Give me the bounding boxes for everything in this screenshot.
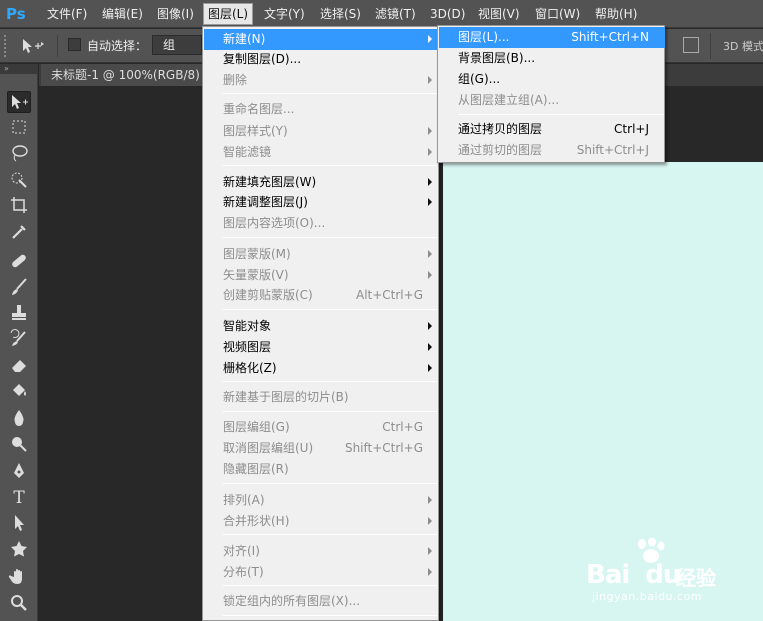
- menu-item-smart-filter[interactable]: 智能滤镜: [204, 142, 439, 163]
- menu-item-rename-layer[interactable]: 重命名图层...: [204, 99, 439, 120]
- submenu-item-layer-via-cut[interactable]: 通过剪切的图层 Shift+Ctrl+J: [439, 140, 665, 161]
- tools-panel: » T: [0, 64, 38, 621]
- menu-item-create-clipping-mask[interactable]: 创建剪贴蒙版(C) Alt+Ctrl+G: [204, 285, 439, 306]
- menu-item-layer-content-options[interactable]: 图层内容选项(O)...: [204, 213, 439, 234]
- align-icon[interactable]: [683, 37, 699, 53]
- layer-menu-dropdown: 新建(N) 复制图层(D)... 删除 重命名图层... 图层样式(Y) 智能滤…: [202, 26, 439, 621]
- menu-item-layer-style[interactable]: 图层样式(Y): [204, 121, 439, 142]
- menu-layer[interactable]: 图层(L): [203, 3, 254, 25]
- submenu-item-layer-via-copy[interactable]: 通过拷贝的图层 Ctrl+J: [439, 119, 665, 140]
- menu-file[interactable]: 文件(F): [47, 5, 87, 23]
- menu-separator: [223, 534, 437, 535]
- menu-view[interactable]: 视图(V): [478, 5, 520, 23]
- custom-shape-tool-icon[interactable]: [7, 539, 31, 561]
- mode-3d-label: 3D 模式: [723, 40, 763, 53]
- menu-item-duplicate-layer[interactable]: 复制图层(D)...: [204, 49, 439, 70]
- menu-separator: [223, 237, 437, 238]
- menu-item-new-fill-layer[interactable]: 新建填充图层(W): [204, 172, 439, 193]
- submenu-item-new-layer[interactable]: 图层(L)... Shift+Ctrl+N: [439, 27, 665, 48]
- watermark-brand: Bai du: [586, 560, 681, 590]
- quick-selection-tool-icon[interactable]: [7, 169, 31, 191]
- submenu-item-new-group[interactable]: 组(G)...: [439, 69, 665, 90]
- menu-item-rasterize[interactable]: 栅格化(Z): [204, 358, 439, 379]
- history-brush-tool-icon[interactable]: [7, 329, 31, 351]
- move-tool-preset-icon[interactable]: [20, 37, 46, 55]
- menu-item-group-layers[interactable]: 图层编组(G) Ctrl+G: [204, 417, 439, 438]
- auto-select-checkbox[interactable]: [68, 38, 81, 51]
- new-submenu-dropdown: 图层(L)... Shift+Ctrl+N 背景图层(B)... 组(G)... …: [437, 25, 665, 163]
- lasso-tool-icon[interactable]: [7, 143, 31, 165]
- path-selection-tool-icon[interactable]: [7, 513, 31, 535]
- menu-item-layer-mask[interactable]: 图层蒙版(M): [204, 244, 439, 265]
- paint-bucket-tool-icon[interactable]: [7, 381, 31, 403]
- menu-separator: [223, 309, 437, 310]
- menu-item-align[interactable]: 对齐(I): [204, 541, 439, 562]
- options-divider: [57, 35, 58, 57]
- menu-item-delete[interactable]: 删除: [204, 70, 439, 91]
- menu-filter[interactable]: 滤镜(T): [375, 5, 416, 23]
- pen-tool-icon[interactable]: [7, 461, 31, 483]
- zoom-tool-icon[interactable]: [7, 593, 31, 615]
- options-divider: [710, 33, 711, 59]
- menu-separator: [223, 165, 437, 166]
- menu-item-new-adjustment-layer[interactable]: 新建调整图层(J): [204, 192, 439, 213]
- menu-item-arrange[interactable]: 排列(A): [204, 490, 439, 511]
- photoshop-logo-icon: Ps: [6, 5, 26, 23]
- options-bar-grip[interactable]: [4, 35, 8, 57]
- dodge-tool-icon[interactable]: [7, 433, 31, 455]
- eyedropper-tool-icon[interactable]: [7, 221, 31, 243]
- menu-bar: Ps 文件(F) 编辑(E) 图像(I) 图层(L) 文字(Y) 选择(S) 滤…: [0, 0, 763, 28]
- menu-item-ungroup-layers[interactable]: 取消图层编组(U) Shift+Ctrl+G: [204, 438, 439, 459]
- menu-3d[interactable]: 3D(D): [430, 5, 465, 23]
- watermark-brand-bai: Bai: [586, 560, 630, 590]
- menu-separator: [223, 585, 437, 586]
- menu-separator: [223, 411, 437, 412]
- auto-select-label: 自动选择：: [87, 39, 148, 53]
- menu-window[interactable]: 窗口(W): [535, 5, 580, 23]
- menu-separator: [458, 114, 664, 115]
- menu-item-video-layer[interactable]: 视频图层: [204, 337, 439, 358]
- menu-item-new[interactable]: 新建(N): [204, 29, 439, 50]
- menu-separator: [223, 93, 437, 94]
- document-tab[interactable]: 未标题-1 @ 100%(RGB/8) *: [41, 64, 211, 86]
- menu-separator: [223, 615, 437, 616]
- menu-item-distribute[interactable]: 分布(T): [204, 562, 439, 583]
- eraser-tool-icon[interactable]: [7, 355, 31, 377]
- marquee-tool-icon[interactable]: [7, 117, 31, 139]
- menu-item-new-layer-based-slice[interactable]: 新建基于图层的切片(B): [204, 387, 439, 408]
- menu-type[interactable]: 文字(Y): [264, 5, 305, 23]
- menu-item-combine-shapes[interactable]: 合并形状(H): [204, 511, 439, 532]
- tools-panel-collapse-grip[interactable]: »: [0, 64, 38, 74]
- blur-tool-icon[interactable]: [7, 407, 31, 429]
- healing-brush-tool-icon[interactable]: [7, 251, 31, 273]
- auto-select-target-dropdown[interactable]: 组: [152, 35, 202, 55]
- clone-stamp-tool-icon[interactable]: [7, 303, 31, 325]
- menu-edit[interactable]: 编辑(E): [102, 5, 143, 23]
- menu-item-lock-all-layers-in-group[interactable]: 锁定组内的所有图层(X)...: [204, 591, 439, 612]
- menu-separator: [223, 483, 437, 484]
- hand-tool-icon[interactable]: [7, 567, 31, 589]
- type-tool-icon[interactable]: T: [7, 487, 31, 509]
- submenu-item-group-from-layers[interactable]: 从图层建立组(A)...: [439, 90, 665, 111]
- watermark-url: jingyan.baidu.com: [592, 590, 703, 603]
- menu-image[interactable]: 图像(I): [157, 5, 194, 23]
- brush-tool-icon[interactable]: [7, 277, 31, 299]
- crop-tool-icon[interactable]: [7, 195, 31, 217]
- move-tool-icon[interactable]: [7, 91, 31, 113]
- watermark-jingyan-text: 经验: [676, 566, 716, 590]
- menu-item-smart-object[interactable]: 智能对象: [204, 316, 439, 337]
- baidu-jingyan-watermark: Bai du 经验 jingyan.baidu.com: [586, 538, 756, 608]
- menu-help[interactable]: 帮助(H): [595, 5, 637, 23]
- menu-item-hide-layers[interactable]: 隐藏图层(R): [204, 459, 439, 480]
- menu-separator: [223, 381, 437, 382]
- menu-select[interactable]: 选择(S): [320, 5, 361, 23]
- submenu-item-background-from-layer[interactable]: 背景图层(B)...: [439, 48, 665, 69]
- menu-item-vector-mask[interactable]: 矢量蒙版(V): [204, 265, 439, 286]
